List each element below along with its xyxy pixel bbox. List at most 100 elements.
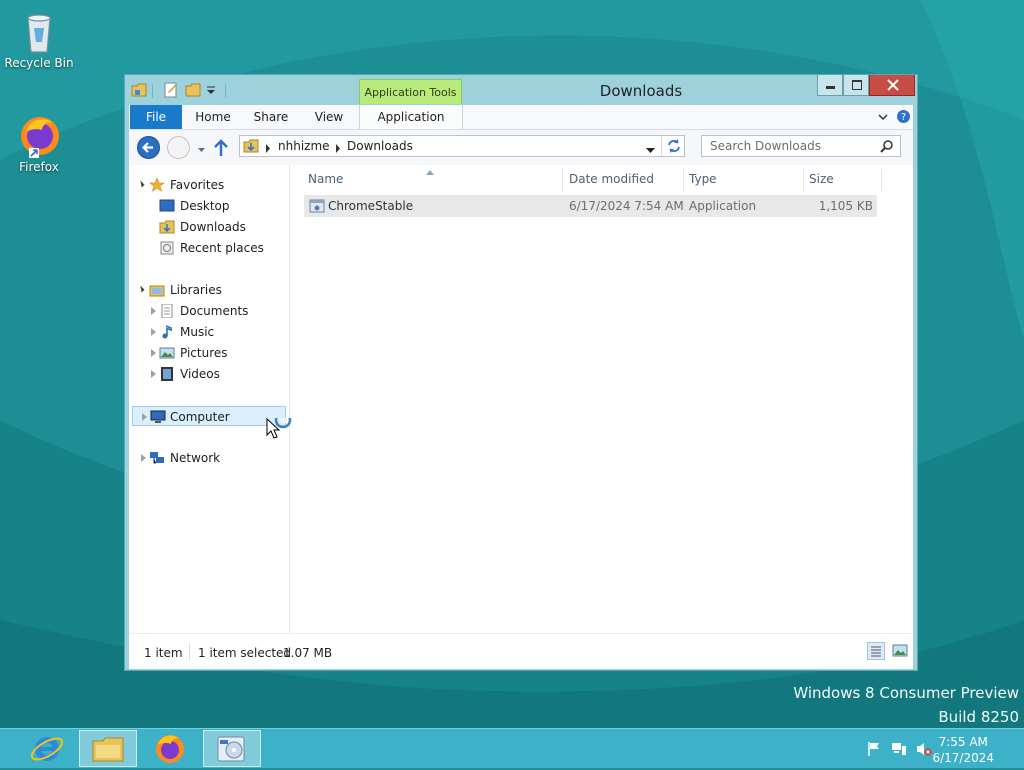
maximize-button[interactable] bbox=[843, 75, 869, 96]
network-tray-icon[interactable] bbox=[891, 741, 907, 757]
ribbon-tab-bar: File Home Share View Application ? bbox=[129, 105, 913, 130]
nav-favorites[interactable]: Favorites bbox=[137, 175, 279, 195]
nav-videos[interactable]: Videos bbox=[149, 364, 279, 384]
back-button[interactable] bbox=[137, 136, 160, 159]
search-input[interactable]: Search Downloads bbox=[701, 135, 901, 157]
firefox-label: Firefox bbox=[19, 160, 59, 174]
music-icon bbox=[159, 325, 175, 339]
tab-home[interactable]: Home bbox=[191, 105, 235, 129]
title-bar[interactable]: Application Tools Downloads bbox=[125, 75, 917, 105]
tab-view[interactable]: View bbox=[307, 105, 351, 129]
details-view-icon bbox=[871, 646, 881, 657]
svg-text:?: ? bbox=[901, 112, 906, 123]
nav-pictures[interactable]: Pictures bbox=[149, 343, 279, 363]
minimize-button[interactable] bbox=[817, 75, 843, 96]
downloads-folder-icon bbox=[159, 220, 175, 234]
navigation-pane: Favorites Desktop Downloads Recent place… bbox=[129, 165, 290, 633]
nav-desktop[interactable]: Desktop bbox=[159, 196, 279, 216]
watermark-build: Build 8250 bbox=[938, 708, 1019, 726]
network-icon bbox=[149, 451, 165, 465]
file-size: 1,105 KB bbox=[818, 199, 873, 213]
column-header-type[interactable]: Type bbox=[689, 172, 717, 186]
expand-triangle-icon[interactable] bbox=[141, 454, 146, 462]
star-icon bbox=[149, 177, 165, 192]
expand-triangle-icon[interactable] bbox=[142, 413, 147, 421]
sort-indicator-icon bbox=[426, 164, 434, 178]
close-icon bbox=[887, 79, 899, 91]
taskbar-disc-setup[interactable] bbox=[203, 730, 261, 767]
file-name: ChromeStable bbox=[328, 199, 414, 213]
details-view-button[interactable] bbox=[867, 642, 885, 660]
address-history-chevron-icon[interactable] bbox=[646, 143, 655, 157]
collapse-triangle-icon[interactable] bbox=[137, 180, 145, 188]
application-file-icon bbox=[309, 198, 325, 217]
maximize-icon bbox=[852, 80, 862, 90]
nav-downloads[interactable]: Downloads bbox=[159, 217, 279, 237]
content-area: Favorites Desktop Downloads Recent place… bbox=[129, 165, 913, 669]
tab-application[interactable]: Application bbox=[359, 105, 463, 129]
recent-places-icon bbox=[159, 241, 175, 255]
tab-share[interactable]: Share bbox=[249, 105, 293, 129]
documents-icon bbox=[159, 303, 175, 319]
breadcrumb-user[interactable]: nhhizme bbox=[278, 139, 330, 153]
taskbar-firefox[interactable] bbox=[141, 730, 199, 767]
column-header-size[interactable]: Size bbox=[809, 172, 834, 186]
nav-documents[interactable]: Documents bbox=[149, 301, 279, 321]
recycle-bin-icon bbox=[16, 8, 62, 54]
mouse-cursor-icon bbox=[266, 411, 294, 445]
watermark-edition: Windows 8 Consumer Preview bbox=[793, 684, 1019, 702]
expand-triangle-icon[interactable] bbox=[151, 370, 156, 378]
help-icon[interactable]: ? bbox=[896, 109, 911, 127]
large-icons-view-icon bbox=[892, 644, 908, 657]
status-item-count: 1 item bbox=[144, 646, 183, 660]
collapse-triangle-icon[interactable] bbox=[137, 285, 145, 293]
status-selected: 1 item selected bbox=[198, 646, 292, 660]
large-icons-view-button[interactable] bbox=[891, 642, 909, 660]
nav-libraries[interactable]: Libraries bbox=[137, 280, 279, 300]
expand-triangle-icon[interactable] bbox=[151, 307, 156, 315]
minimize-icon bbox=[826, 86, 835, 89]
file-explorer-icon bbox=[92, 737, 124, 762]
taskbar: 7:55 AM 6/17/2024 bbox=[0, 728, 1024, 768]
back-arrow-icon bbox=[141, 142, 153, 153]
volume-muted-icon[interactable] bbox=[916, 741, 932, 757]
address-bar[interactable]: nhhizme Downloads bbox=[239, 135, 685, 157]
file-row[interactable]: ChromeStable 6/17/2024 7:54 AM Applicati… bbox=[304, 195, 877, 217]
breadcrumb-downloads[interactable]: Downloads bbox=[347, 139, 413, 153]
file-list-pane: Name Date modified Type Size ChromeStabl… bbox=[290, 165, 913, 633]
action-center-flag-icon[interactable] bbox=[866, 741, 882, 757]
clock-time: 7:55 AM bbox=[938, 735, 988, 749]
explorer-window[interactable]: Application Tools Downloads File Home Sh… bbox=[124, 74, 918, 671]
clock-date: 6/17/2024 bbox=[932, 751, 994, 765]
close-button[interactable] bbox=[869, 75, 915, 96]
internet-explorer-icon bbox=[30, 737, 64, 761]
taskbar-file-explorer[interactable] bbox=[79, 730, 137, 767]
status-bar: 1 item 1 item selected 1.07 MB bbox=[129, 633, 913, 669]
breadcrumb-separator-icon bbox=[265, 142, 271, 156]
forward-button[interactable] bbox=[167, 136, 190, 159]
ribbon-expand-chevron-icon[interactable] bbox=[877, 111, 889, 126]
desktop-icon-firefox[interactable]: Firefox bbox=[3, 112, 75, 174]
navigation-bar: nhhizme Downloads Search Downloads bbox=[129, 130, 913, 165]
search-icon[interactable] bbox=[880, 139, 894, 156]
nav-recent-places[interactable]: Recent places bbox=[159, 238, 279, 258]
nav-music[interactable]: Music bbox=[149, 322, 279, 342]
refresh-icon[interactable] bbox=[666, 138, 682, 157]
firefox-icon bbox=[156, 735, 184, 763]
nav-computer[interactable]: Computer bbox=[132, 406, 286, 426]
file-type: Application bbox=[689, 199, 757, 213]
taskbar-internet-explorer[interactable] bbox=[18, 730, 76, 767]
expand-triangle-icon[interactable] bbox=[151, 349, 156, 357]
recent-locations-chevron-icon[interactable] bbox=[197, 143, 206, 157]
column-header-date-modified[interactable]: Date modified bbox=[569, 172, 654, 186]
column-header-name[interactable]: Name bbox=[308, 172, 343, 186]
nav-network[interactable]: Network bbox=[139, 448, 279, 468]
tab-file[interactable]: File bbox=[130, 105, 182, 129]
downloads-folder-icon bbox=[243, 138, 259, 157]
expand-triangle-icon[interactable] bbox=[151, 328, 156, 336]
firefox-icon bbox=[16, 112, 62, 158]
up-arrow-icon[interactable] bbox=[213, 139, 229, 160]
desktop-icon-recycle-bin[interactable]: Recycle Bin bbox=[3, 8, 75, 70]
system-clock[interactable]: 7:55 AM 6/17/2024 bbox=[932, 734, 994, 766]
libraries-icon bbox=[149, 283, 165, 297]
